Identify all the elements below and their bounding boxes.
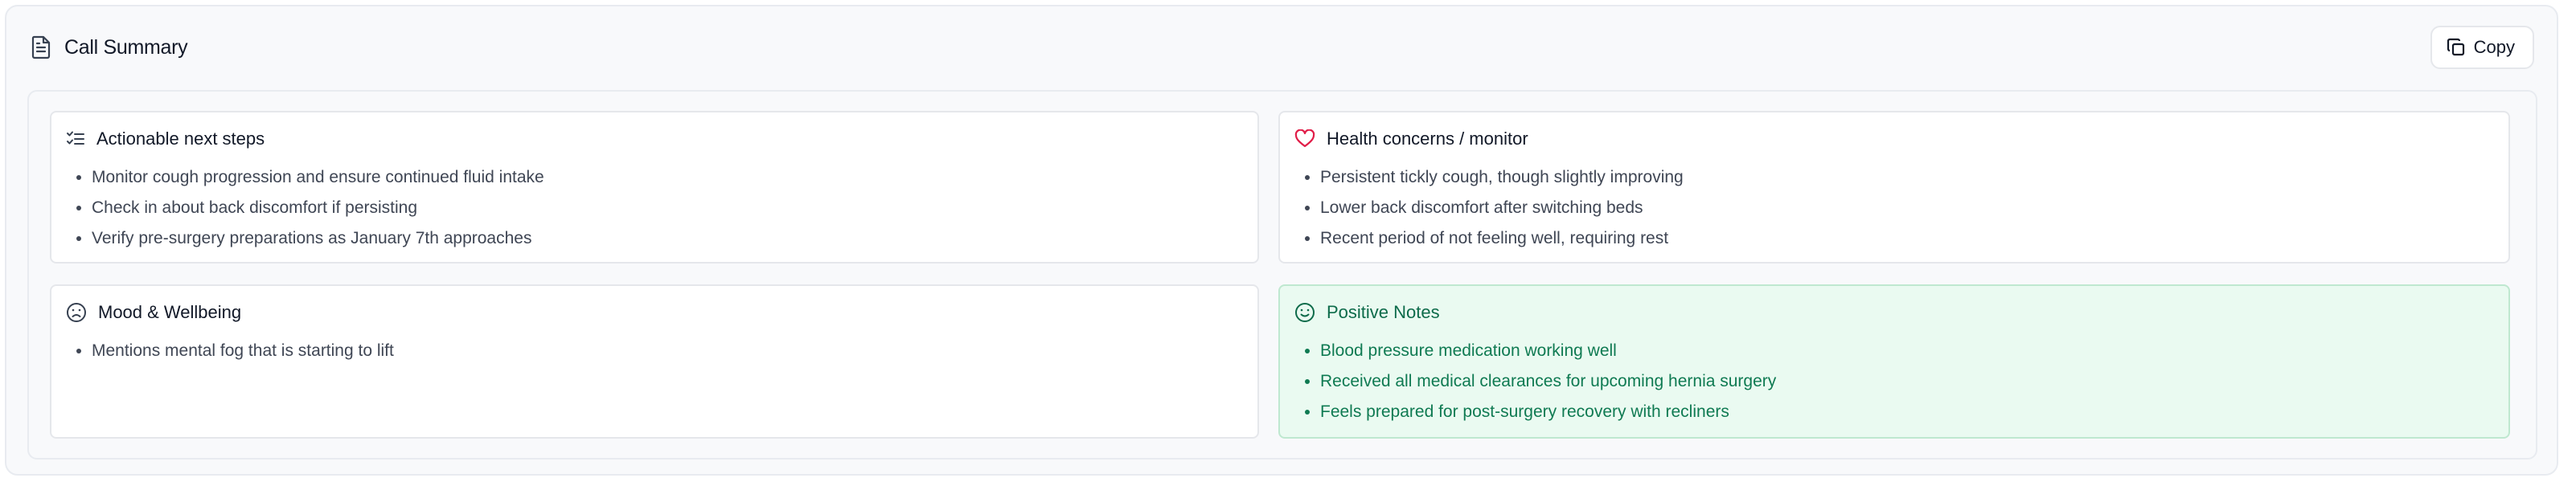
next-steps-header: Actionable next steps xyxy=(66,129,265,149)
positive-notes-list: Blood pressure medication working well R… xyxy=(1294,336,1776,427)
next-steps-title: Actionable next steps xyxy=(96,129,265,149)
checklist-icon xyxy=(66,130,85,148)
copy-button-label: Copy xyxy=(2473,37,2515,57)
mood-wellbeing-header: Mood & Wellbeing xyxy=(66,302,241,323)
panel-header: Call Summary Copy xyxy=(6,6,2557,90)
list-item: Monitor cough progression and ensure con… xyxy=(92,162,544,193)
list-item: Verify pre-surgery preparations as Janua… xyxy=(92,223,544,254)
document-icon xyxy=(31,35,51,59)
health-concerns-list: Persistent tickly cough, though slightly… xyxy=(1294,162,1684,254)
list-item: Mentions mental fog that is starting to … xyxy=(92,336,394,366)
panel-title-text: Call Summary xyxy=(64,35,188,59)
list-item: Lower back discomfort after switching be… xyxy=(1320,193,1684,223)
positive-notes-title: Positive Notes xyxy=(1327,302,1440,322)
heart-icon xyxy=(1294,129,1315,149)
list-item: Feels prepared for post-surgery recovery… xyxy=(1320,397,1776,427)
mood-wellbeing-list: Mentions mental fog that is starting to … xyxy=(66,336,394,366)
smile-face-icon xyxy=(1294,302,1315,323)
health-concerns-card: Health concerns / monitor Persistent tic… xyxy=(1278,111,2510,263)
next-steps-card: Actionable next steps Monitor cough prog… xyxy=(50,111,1259,263)
mood-wellbeing-card: Mood & Wellbeing Mentions mental fog tha… xyxy=(50,284,1259,439)
health-concerns-title: Health concerns / monitor xyxy=(1327,129,1528,149)
copy-icon xyxy=(2447,38,2466,57)
frown-face-icon xyxy=(66,302,87,323)
list-item: Blood pressure medication working well xyxy=(1320,336,1776,366)
health-concerns-header: Health concerns / monitor xyxy=(1294,129,1528,149)
copy-button[interactable]: Copy xyxy=(2430,26,2534,69)
next-steps-list: Monitor cough progression and ensure con… xyxy=(66,162,544,254)
panel-title: Call Summary xyxy=(31,35,188,59)
list-item: Persistent tickly cough, though slightly… xyxy=(1320,162,1684,193)
positive-notes-card: Positive Notes Blood pressure medication… xyxy=(1278,284,2510,439)
list-item: Recent period of not feeling well, requi… xyxy=(1320,223,1684,254)
list-item: Received all medical clearances for upco… xyxy=(1320,366,1776,397)
mood-wellbeing-title: Mood & Wellbeing xyxy=(98,302,242,322)
positive-notes-header: Positive Notes xyxy=(1294,302,1440,323)
call-summary-panel: Call Summary Copy Actionable next steps … xyxy=(5,5,2558,476)
list-item: Check in about back discomfort if persis… xyxy=(92,193,544,223)
summary-content: Actionable next steps Monitor cough prog… xyxy=(27,90,2537,460)
